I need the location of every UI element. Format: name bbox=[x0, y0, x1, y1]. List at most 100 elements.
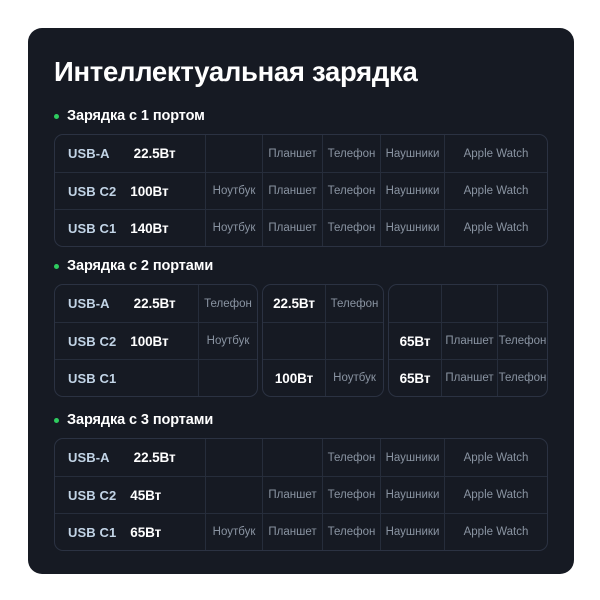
port-label: USB-A bbox=[68, 146, 110, 161]
table-row bbox=[389, 285, 547, 322]
device-cell bbox=[205, 135, 262, 172]
device-cell: Apple Watch bbox=[444, 210, 547, 246]
device-cell: Телефон bbox=[322, 514, 380, 550]
table-2-group-a: USB-A 22.5Вт Телефон USB C2 100Вт Ноутбу… bbox=[54, 284, 258, 397]
device-cell: Ноутбук bbox=[198, 323, 257, 359]
table-row: USB C1 bbox=[55, 359, 257, 396]
infographic-card: Интеллектуальная зарядка Зарядка с 1 пор… bbox=[28, 28, 574, 574]
table-3-ports: USB-A 22.5Вт Телефон Наушники Apple Watc… bbox=[54, 438, 548, 551]
port-label: USB-A bbox=[68, 450, 110, 465]
row-label: USB-A 22.5Вт bbox=[55, 135, 205, 172]
table-row: 100Вт Ноутбук bbox=[263, 359, 383, 396]
row-label: USB-A 22.5Вт bbox=[55, 439, 205, 476]
row-label: USB C2 100Вт bbox=[55, 173, 205, 209]
device-cell: Наушники bbox=[380, 210, 444, 246]
table-row: USB-A 22.5Вт Телефон bbox=[55, 285, 257, 322]
page-title: Интеллектуальная зарядка bbox=[54, 56, 418, 87]
wattage-label: 100Вт bbox=[130, 183, 169, 199]
wattage-label: 65Вт bbox=[130, 524, 162, 540]
table-row: USB-A 22.5Вт Телефон Наушники Apple Watc… bbox=[55, 439, 547, 476]
device-cell: Планшет bbox=[262, 173, 322, 209]
row-label: USB C2 45Вт bbox=[55, 477, 205, 513]
table-2-ports: USB-A 22.5Вт Телефон USB C2 100Вт Ноутбу… bbox=[54, 284, 548, 397]
table-row: USB-A 22.5Вт Планшет Телефон Наушники Ap… bbox=[55, 135, 547, 172]
port-label: USB C2 bbox=[68, 487, 117, 503]
section-1-title: Зарядка с 1 портом bbox=[67, 108, 205, 124]
section-2-ports: Зарядка с 2 портами USB-A 22.5Вт Телефон… bbox=[54, 256, 548, 397]
table-row: 22.5Вт Телефон bbox=[263, 285, 383, 322]
port-label: USB C2 bbox=[68, 183, 117, 199]
table-3-group: USB-A 22.5Вт Телефон Наушники Apple Watc… bbox=[54, 438, 548, 551]
device-cell: Телефон bbox=[322, 477, 380, 513]
wattage-cell: 22.5Вт bbox=[273, 296, 315, 311]
section-3-ports: Зарядка с 3 портами USB-A 22.5Вт Телефон… bbox=[54, 410, 548, 551]
device-cell bbox=[205, 439, 262, 476]
device-cell bbox=[441, 285, 497, 322]
device-cell: Ноутбук bbox=[205, 514, 262, 550]
device-cell: Телефон bbox=[198, 285, 257, 322]
port-label: USB C2 bbox=[68, 333, 117, 349]
device-cell: Телефон bbox=[497, 360, 547, 396]
row-label: USB C1 140Вт bbox=[55, 210, 205, 246]
device-cell: Наушники bbox=[380, 477, 444, 513]
table-row: USB C1 140Вт Ноутбук Планшет Телефон Нау… bbox=[55, 209, 547, 246]
device-cell: Планшет bbox=[262, 477, 322, 513]
wattage-cell: 100Вт bbox=[274, 370, 314, 386]
table-1-port: USB-A 22.5Вт Планшет Телефон Наушники Ap… bbox=[54, 134, 548, 247]
row-label: USB C1 65Вт bbox=[55, 514, 205, 550]
device-cell: Телефон bbox=[325, 285, 383, 322]
device-cell: Наушники bbox=[380, 173, 444, 209]
device-cell: Телефон bbox=[322, 439, 380, 476]
table-row: USB C2 45Вт Планшет Телефон Наушники App… bbox=[55, 476, 547, 513]
bullet-icon bbox=[54, 113, 59, 119]
wattage-cell bbox=[389, 285, 441, 322]
wattage-label: 22.5Вт bbox=[133, 296, 176, 311]
wattage-label: 22.5Вт bbox=[133, 146, 176, 161]
table-row: 65Вт Планшет Телефон bbox=[389, 359, 547, 396]
section-1-port: Зарядка с 1 портом USB-A 22.5Вт Планшет … bbox=[54, 106, 548, 247]
section-3-header: Зарядка с 3 портами bbox=[54, 410, 548, 430]
port-label: USB-A bbox=[68, 296, 110, 311]
table-1-group: USB-A 22.5Вт Планшет Телефон Наушники Ap… bbox=[54, 134, 548, 247]
wattage-label: 140Вт bbox=[130, 220, 169, 236]
device-cell: Наушники bbox=[380, 135, 444, 172]
device-cell: Apple Watch bbox=[444, 439, 547, 476]
wattage-cell: 65Вт bbox=[399, 370, 431, 386]
table-2-group-b: 22.5Вт Телефон 100Вт Ноутбук bbox=[262, 284, 384, 397]
device-cell: Телефон bbox=[322, 210, 380, 246]
device-cell: Планшет bbox=[262, 210, 322, 246]
device-cell bbox=[497, 285, 547, 322]
row-label: USB C2 100Вт bbox=[55, 323, 198, 359]
wattage-label: 100Вт bbox=[130, 333, 169, 349]
device-cell: Apple Watch bbox=[444, 514, 547, 550]
row-label: USB C1 bbox=[55, 360, 198, 396]
device-cell: Телефон bbox=[497, 323, 547, 359]
section-3-title: Зарядка с 3 портами bbox=[67, 412, 214, 428]
device-cell bbox=[325, 323, 383, 359]
device-cell bbox=[262, 439, 322, 476]
port-label: USB C1 bbox=[68, 370, 117, 386]
port-label: USB C1 bbox=[68, 220, 117, 236]
wattage-cell: 65Вт bbox=[399, 333, 431, 349]
device-cell bbox=[198, 360, 257, 396]
device-cell: Планшет bbox=[262, 514, 322, 550]
device-cell: Телефон bbox=[322, 135, 380, 172]
table-row bbox=[263, 322, 383, 359]
device-cell: Ноутбук bbox=[205, 173, 262, 209]
section-1-header: Зарядка с 1 портом bbox=[54, 106, 548, 126]
device-cell: Планшет bbox=[441, 360, 497, 396]
device-cell: Apple Watch bbox=[444, 477, 547, 513]
device-cell: Телефон bbox=[322, 173, 380, 209]
bullet-icon bbox=[54, 417, 59, 423]
section-2-title: Зарядка с 2 портами bbox=[67, 258, 214, 274]
device-cell: Планшет bbox=[262, 135, 322, 172]
port-label: USB C1 bbox=[68, 524, 117, 540]
section-2-header: Зарядка с 2 портами bbox=[54, 256, 548, 276]
bullet-icon bbox=[54, 263, 59, 269]
table-row: USB C2 100Вт Ноутбук Планшет Телефон Нау… bbox=[55, 172, 547, 209]
device-cell: Apple Watch bbox=[444, 135, 547, 172]
row-label: USB-A 22.5Вт bbox=[55, 285, 198, 322]
device-cell: Планшет bbox=[441, 323, 497, 359]
device-cell: Наушники bbox=[380, 439, 444, 476]
table-row: USB C1 65Вт Ноутбук Планшет Телефон Науш… bbox=[55, 513, 547, 550]
